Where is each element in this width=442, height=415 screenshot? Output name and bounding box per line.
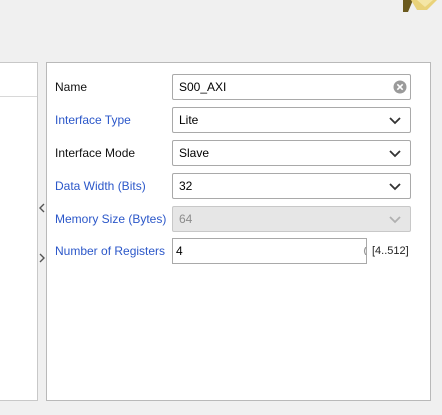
num-registers-value: 4 [176,244,183,258]
collapse-left-button[interactable] [38,202,46,214]
clear-circle-icon[interactable] [393,80,407,94]
spinner-handle-icon[interactable] [363,247,367,255]
name-value: S00_AXI [179,80,227,94]
chevron-down-icon [389,150,401,158]
interface-type-label: Interface Type [55,113,131,127]
name-label: Name [55,80,88,94]
chevron-right-icon [39,253,45,263]
left-panel [0,62,38,401]
chevron-down-icon [389,117,401,125]
data-width-label: Data Width (Bits) [55,179,146,193]
interface-mode-value: Slave [179,146,210,160]
interface-type-row: Interface Type Lite [47,107,432,133]
chevron-left-icon [39,203,45,213]
num-registers-label: Number of Registers [55,244,166,258]
memory-size-select: 64 [172,206,411,232]
chevron-down-icon [389,216,401,224]
ip-customization-window: Name S00_AXI Interface Type Lite Interfa… [0,0,442,415]
data-width-select[interactable]: 32 [172,173,411,199]
expand-right-button[interactable] [38,252,46,264]
top-banner [0,0,442,62]
interface-mode-label: Interface Mode [55,146,136,160]
parameters-panel: Name S00_AXI Interface Type Lite Interfa… [46,62,431,401]
left-panel-divider [0,96,37,97]
name-input[interactable]: S00_AXI [172,74,411,100]
data-width-value: 32 [179,179,193,193]
data-width-row: Data Width (Bits) 32 [47,173,432,199]
interface-mode-select[interactable]: Slave [172,140,411,166]
chevron-down-icon [389,183,401,191]
num-registers-row: Number of Registers 4 [4..512] [47,238,432,264]
num-registers-input[interactable]: 4 [172,238,367,264]
interface-mode-row: Interface Mode Slave [47,140,432,166]
memory-size-label: Memory Size (Bytes) [55,212,167,226]
logo-icon [403,0,437,12]
num-registers-range: [4..512] [372,245,409,257]
memory-size-value: 64 [179,212,193,226]
name-row: Name S00_AXI [47,74,432,100]
memory-size-row: Memory Size (Bytes) 64 [47,206,432,232]
interface-type-select[interactable]: Lite [172,107,411,133]
interface-type-value: Lite [179,113,199,127]
